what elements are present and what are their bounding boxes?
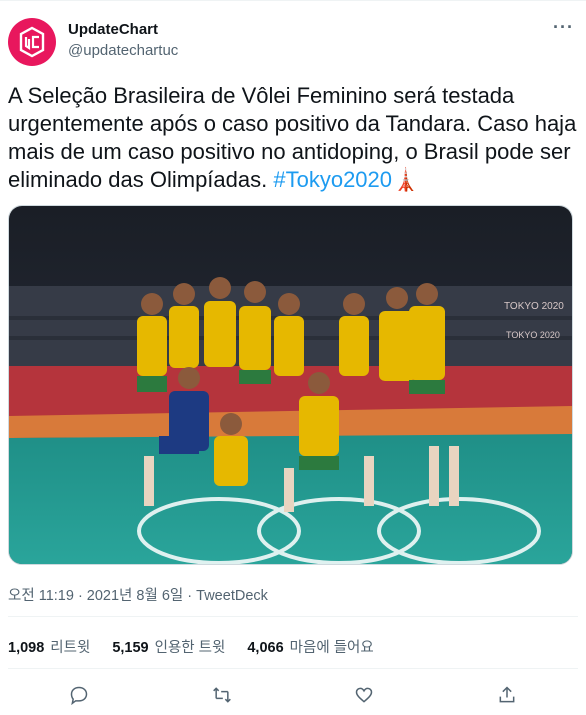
tweet-photo[interactable]: TOKYO 2020 TOKYO 2020 [8, 205, 573, 565]
share-button[interactable] [492, 680, 522, 710]
quotes-stat[interactable]: 5,159 인용한 트윗 [112, 636, 225, 657]
tokyo-tower-emoji: 🗼 [392, 167, 420, 192]
volleyball-team-photo: TOKYO 2020 TOKYO 2020 [9, 206, 572, 564]
top-divider [0, 0, 586, 1]
author-name[interactable]: UpdateChart [68, 21, 158, 38]
likes-stat[interactable]: 4,066 마음에 들어요 [247, 636, 373, 657]
tweet-stats: 1,098 리트윗 5,159 인용한 트윗 4,066 마음에 들어요 [8, 636, 374, 657]
share-icon [499, 686, 515, 703]
likes-label: 마음에 들어요 [289, 640, 374, 656]
like-icon [355, 687, 373, 703]
reply-button[interactable] [64, 680, 94, 710]
retweets-stat[interactable]: 1,098 리트윗 [8, 636, 90, 657]
updatechart-logo-icon [19, 26, 45, 58]
action-bar [8, 680, 578, 710]
retweets-label: 리트윗 [50, 640, 91, 656]
reply-icon [70, 686, 88, 705]
retweet-button[interactable] [207, 680, 237, 710]
divider [8, 668, 578, 669]
quotes-count: 5,159 [112, 640, 149, 656]
retweet-icon [212, 687, 231, 703]
quotes-label: 인용한 트윗 [154, 640, 226, 656]
source-client[interactable]: TweetDeck [196, 588, 268, 604]
tweet-meta: 오전 11:19 · 2021년 8월 6일 · TweetDeck [8, 584, 268, 605]
like-button[interactable] [349, 680, 379, 710]
banner-text-right-lower: TOKYO 2020 [506, 330, 560, 340]
timestamp[interactable]: 오전 11:19 · 2021년 8월 6일 · [8, 588, 196, 604]
more-icon[interactable]: ··· [553, 18, 574, 36]
banner-text-right: TOKYO 2020 [504, 301, 564, 312]
retweets-count: 1,098 [8, 640, 45, 656]
avatar[interactable] [8, 18, 56, 66]
author-handle[interactable]: @updatechartuc [68, 42, 178, 59]
tweet-text: A Seleção Brasileira de Vôlei Feminino s… [8, 82, 578, 194]
hashtag-link[interactable]: #Tokyo2020 [273, 167, 392, 192]
divider [8, 616, 578, 617]
tweet-header: UpdateChart @updatechartuc ··· [8, 14, 578, 70]
likes-count: 4,066 [247, 640, 284, 656]
